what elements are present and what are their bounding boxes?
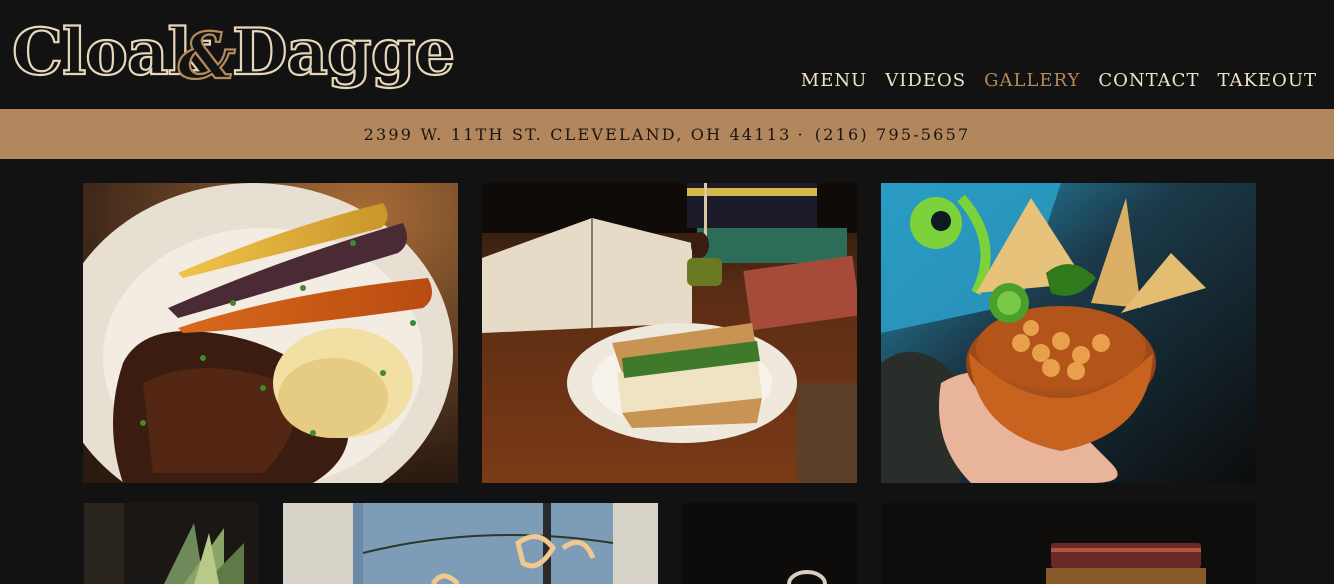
gallery-photo-chickpea-bowl[interactable] <box>881 183 1256 483</box>
logo-ampersand: & <box>178 19 236 94</box>
nav-contact[interactable]: CONTACT <box>1089 70 1208 91</box>
site-header: Cloak & Dagger MENU VIDEOS GALLERY CONTA… <box>0 0 1334 109</box>
dark-mirror-photo <box>682 503 857 584</box>
address-bar: 2399 W. 11TH ST. CLEVELAND, OH 44113 · (… <box>0 109 1334 159</box>
pineapple-photo <box>84 503 259 584</box>
street-address: 2399 W. 11TH ST. CLEVELAND, OH 44113 <box>363 124 792 144</box>
main-nav: MENU VIDEOS GALLERY CONTACT TAKEOUT <box>792 70 1326 91</box>
logo-word-dagger: Dagger <box>232 15 455 90</box>
address-separator: · <box>797 124 805 144</box>
gallery-photo-sandwich[interactable] <box>482 183 857 483</box>
nav-videos[interactable]: VIDEOS <box>876 70 975 91</box>
gallery-photo-books[interactable] <box>881 503 1256 584</box>
chickpea-bowl-chips-photo <box>881 183 1256 483</box>
gallery-photo-storefront[interactable] <box>283 503 658 584</box>
nav-gallery[interactable]: GALLERY <box>975 70 1089 91</box>
phone-link[interactable]: (216) 795-5657 <box>815 125 971 144</box>
storefront-sign-photo <box>283 503 658 584</box>
books-stack-photo <box>881 503 1256 584</box>
sandwich-books-photo <box>482 183 857 483</box>
nav-takeout[interactable]: TAKEOUT <box>1208 70 1326 91</box>
cloak-and-dagger-logo: Cloak & Dagger <box>11 14 455 95</box>
gallery-photo-pineapple[interactable] <box>84 503 259 584</box>
nav-menu[interactable]: MENU <box>792 70 877 91</box>
gallery-photo-mirror[interactable] <box>682 503 857 584</box>
carrots-steak-mash-photo <box>83 183 458 483</box>
gallery-photo-carrots[interactable] <box>83 183 458 483</box>
